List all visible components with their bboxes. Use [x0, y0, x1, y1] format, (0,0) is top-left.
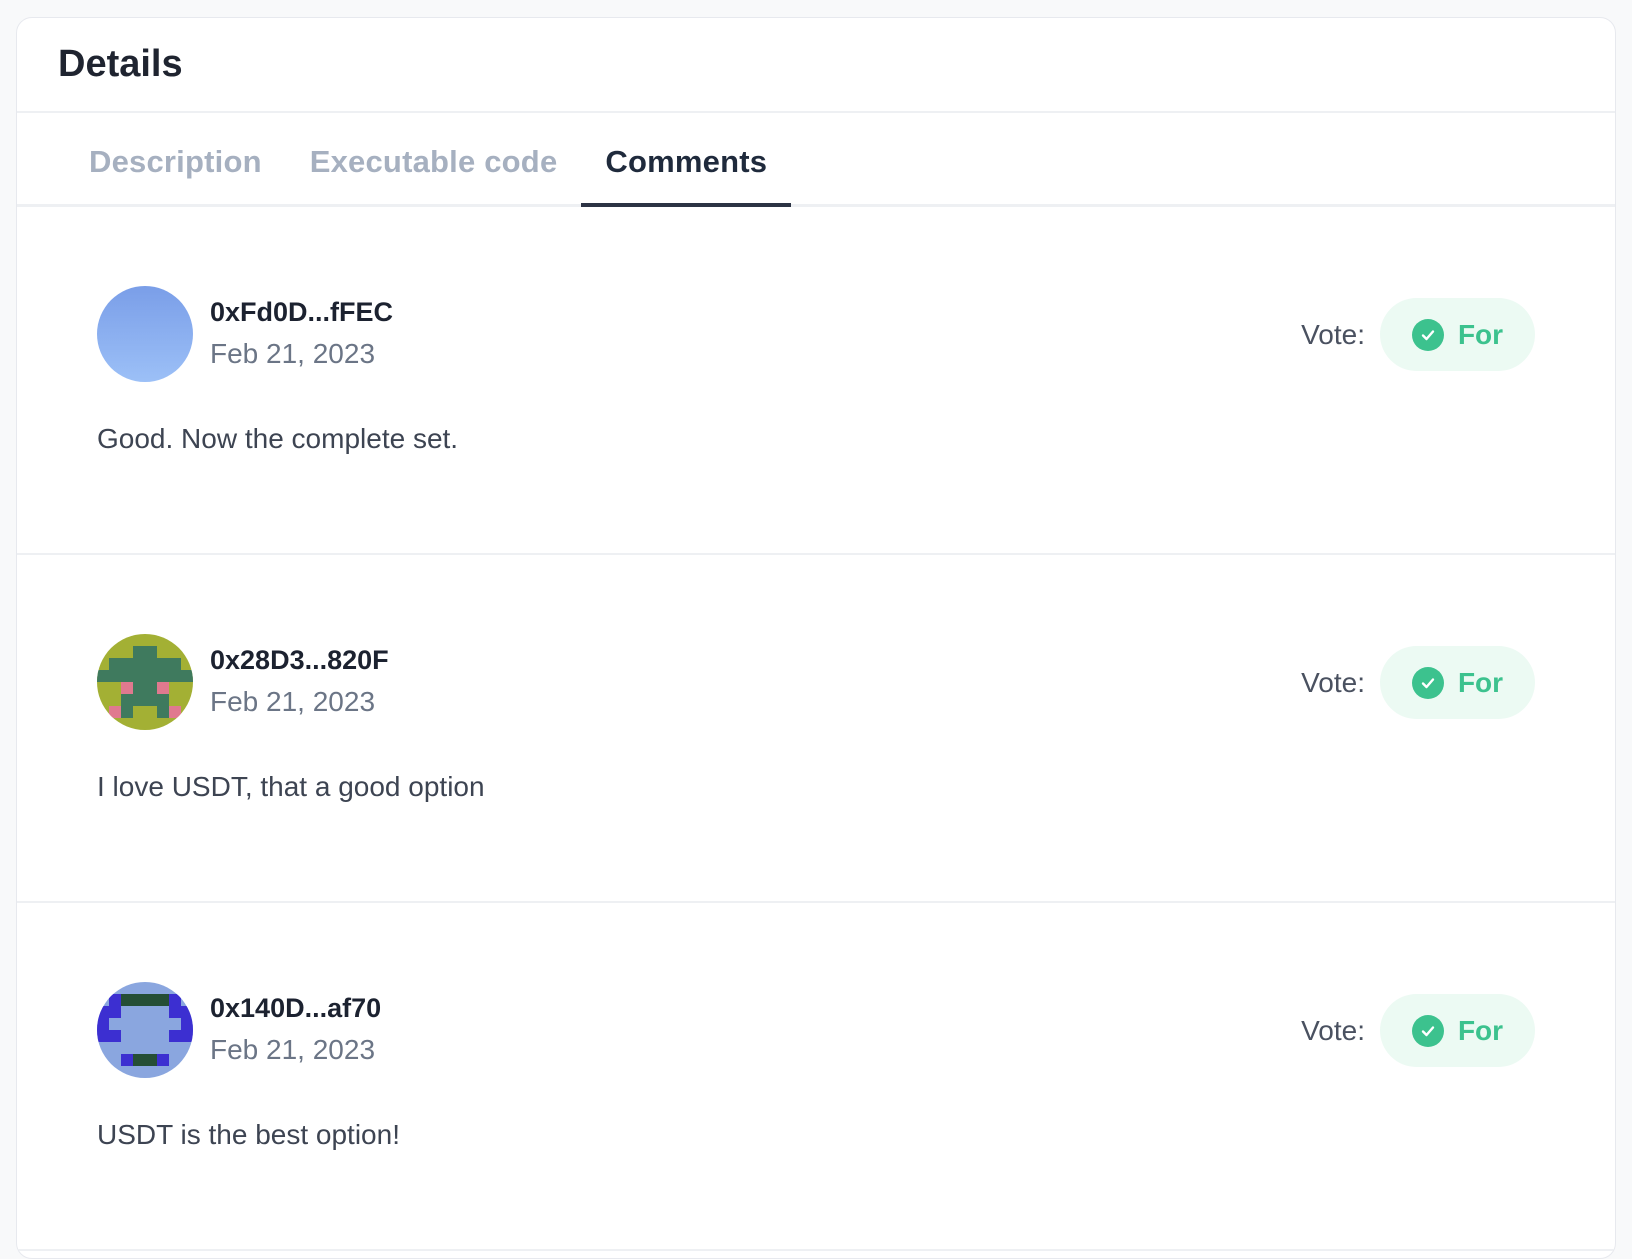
comment-text: Good. Now the complete set. — [97, 423, 459, 454]
gradient-avatar-icon[interactable] — [97, 286, 193, 382]
comment-date: Feb 21, 2023 — [210, 338, 376, 369]
details-card: Details Description Executable code Comm… — [16, 17, 1616, 1259]
vote-label: Vote: — [1301, 667, 1365, 698]
vote-badge: For — [1380, 298, 1535, 371]
tab-executable-code[interactable]: Executable code — [286, 144, 582, 204]
card-header: Details — [17, 18, 1615, 113]
comment-date: Feb 21, 2023 — [210, 1034, 376, 1065]
vote-label: Vote: — [1301, 319, 1365, 350]
tab-bar: Description Executable code Comments — [17, 113, 1615, 207]
check-icon — [1411, 1014, 1444, 1047]
tab-comments[interactable]: Comments — [581, 144, 791, 207]
comment-item: 0x140D...af70 Feb 21, 2023 Vote: For USD… — [17, 903, 1615, 1251]
vote-label: Vote: — [1301, 1015, 1365, 1046]
vote-value: For — [1457, 666, 1504, 698]
comment-date: Feb 21, 2023 — [210, 686, 376, 717]
comment-text: I love USDT, that a good option — [97, 771, 485, 802]
pixel-avatar-icon[interactable] — [97, 634, 193, 730]
check-icon — [1411, 318, 1444, 351]
vote-value: For — [1457, 318, 1504, 350]
comment-text: USDT is the best option! — [97, 1119, 400, 1150]
vote-badge: For — [1380, 994, 1535, 1067]
vote-badge: For — [1380, 646, 1535, 719]
check-icon — [1411, 666, 1444, 699]
vote-value: For — [1457, 1014, 1504, 1046]
comment-item: 0xFd0D...fFEC Feb 21, 2023 Vote: For Goo… — [17, 207, 1615, 555]
comment-author[interactable]: 0xFd0D...fFEC — [210, 297, 393, 328]
comment-author[interactable]: 0x28D3...820F — [210, 645, 389, 676]
card-title: Details — [58, 43, 183, 85]
pixel-avatar-icon[interactable] — [97, 982, 193, 1078]
tab-description[interactable]: Description — [65, 144, 286, 204]
comment-author[interactable]: 0x140D...af70 — [210, 993, 381, 1024]
comment-item: 0x28D3...820F Feb 21, 2023 Vote: For I l… — [17, 555, 1615, 903]
